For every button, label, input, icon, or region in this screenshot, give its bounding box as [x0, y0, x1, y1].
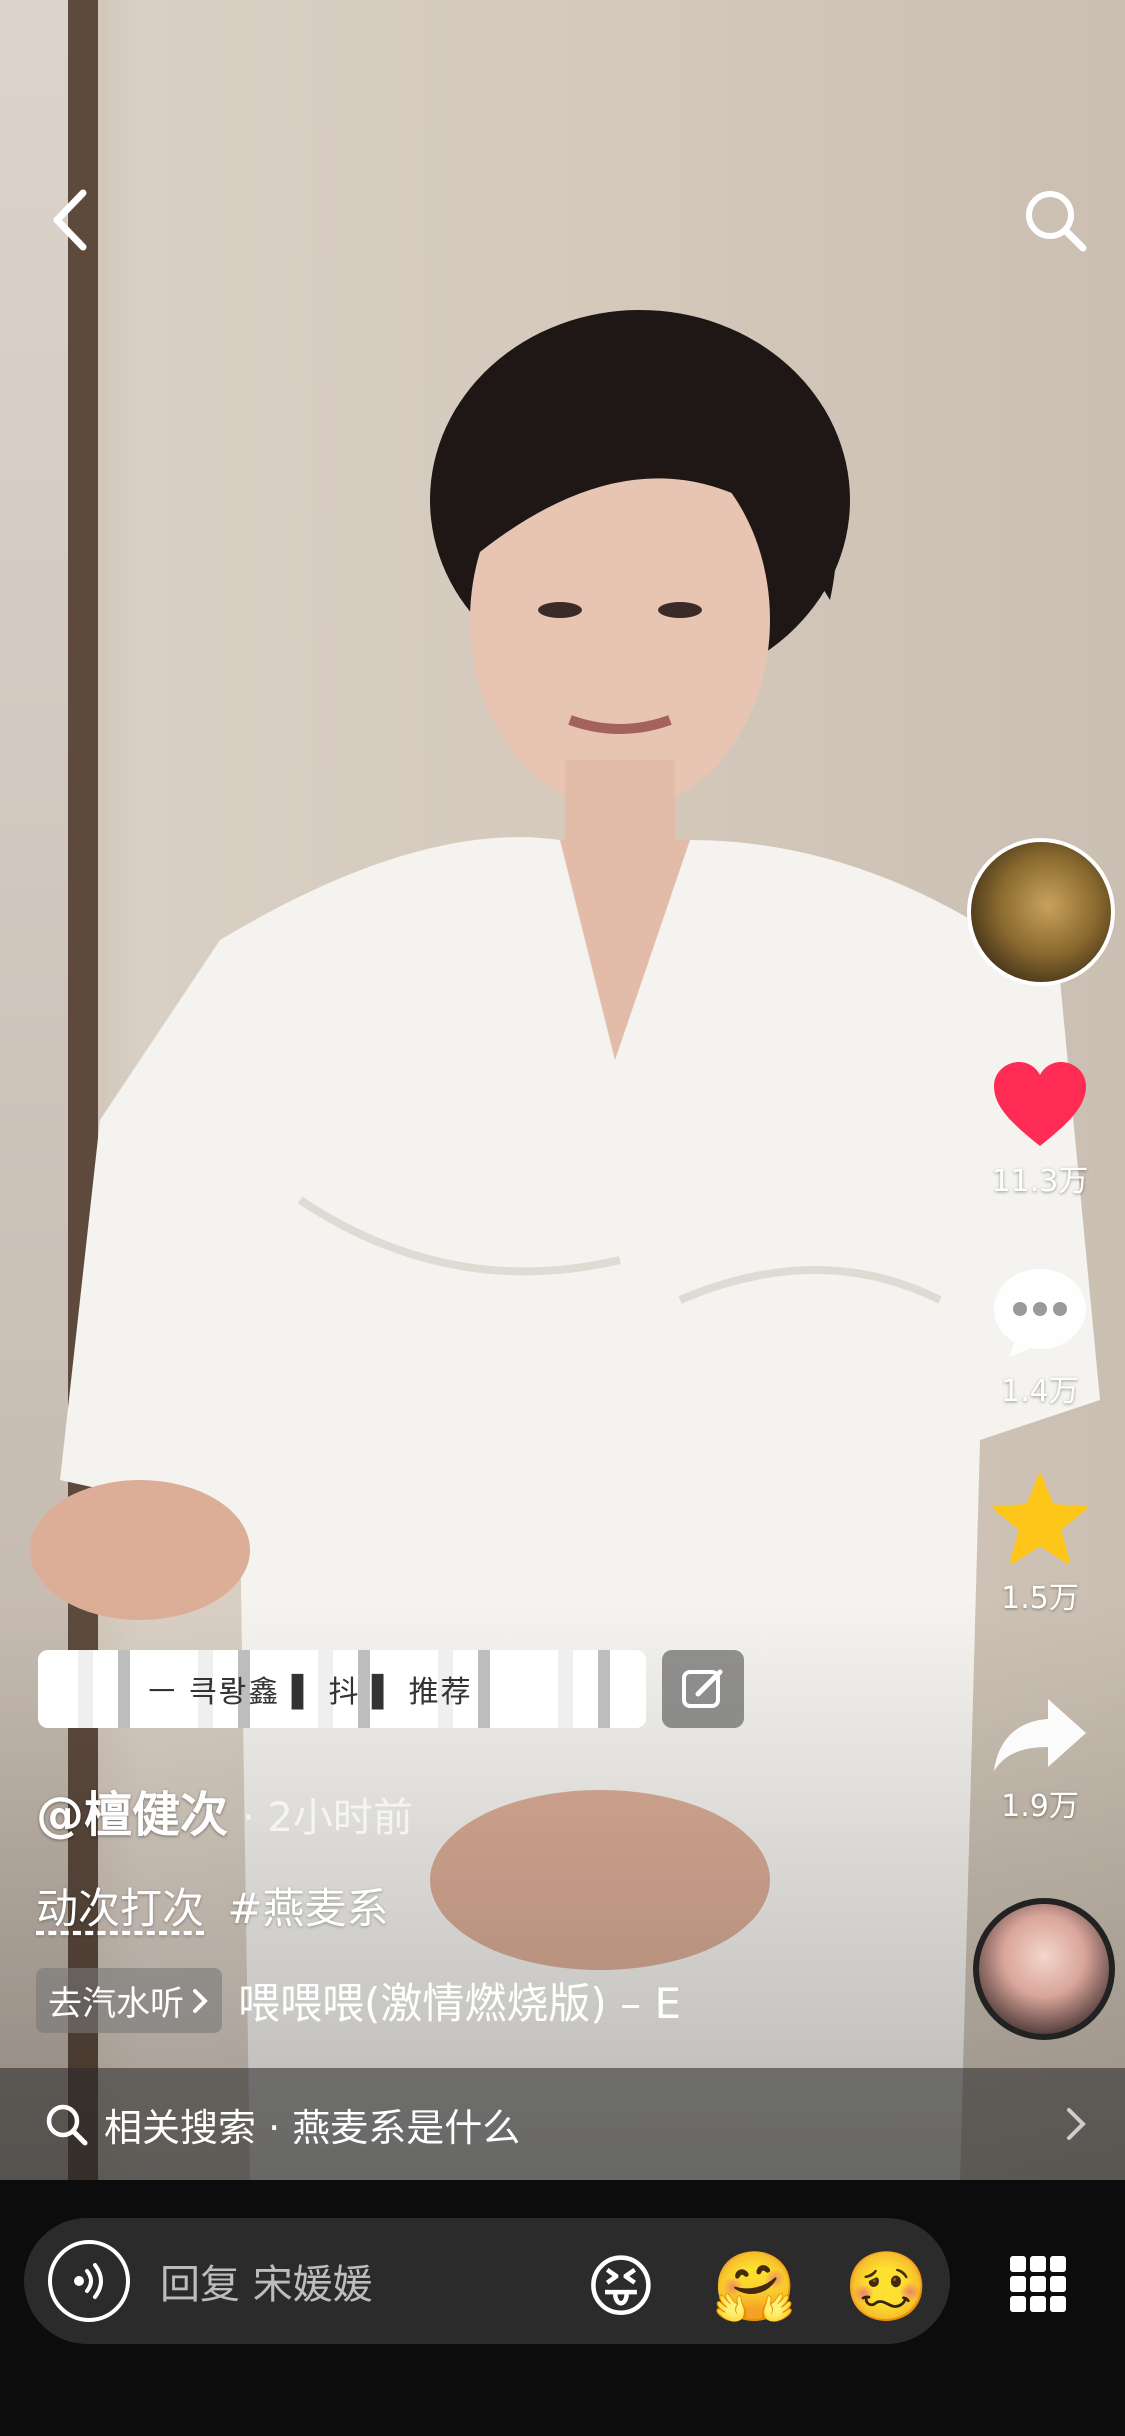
music-row: 去汽水听 喂喂喂(激情燃烧版) – E	[36, 1968, 798, 2033]
grid-dot	[1030, 2296, 1046, 2312]
search-icon	[1026, 191, 1087, 252]
hashtag-link[interactable]: #燕麦系	[227, 1884, 388, 1933]
grid-dot	[1050, 2256, 1066, 2272]
music-title[interactable]: 喂喂喂(激情燃烧版) – E	[238, 1970, 798, 2031]
grid-dot	[1010, 2296, 1026, 2312]
heart-icon	[994, 1062, 1086, 1146]
author-name[interactable]: @檀健次	[36, 1775, 228, 1845]
author-avatar[interactable]	[967, 838, 1115, 986]
laughing-emoji-button[interactable]: 😝	[579, 2246, 663, 2330]
edit-icon	[682, 1669, 723, 1708]
reply-placeholder: 回复 宋媛媛	[160, 2262, 373, 2308]
comment-count: 1.4万	[1001, 1374, 1079, 1409]
music-disc[interactable]	[973, 1898, 1115, 2040]
grid-dot	[1010, 2276, 1026, 2292]
like-button[interactable]: 11.3万	[955, 1060, 1125, 1200]
description-keyword[interactable]: 动次打次	[36, 1884, 204, 1933]
share-button[interactable]: 1.9万	[955, 1695, 1125, 1825]
grid-dot	[1050, 2296, 1066, 2312]
grid-dot	[1030, 2276, 1046, 2292]
comment-button[interactable]: 1.4万	[955, 1265, 1125, 1410]
author-line: @檀健次 · 2小时前	[36, 1775, 413, 1845]
edit-button[interactable]	[662, 1650, 744, 1728]
dizzy-emoji-button[interactable]: 🥴	[844, 2246, 929, 2330]
chevron-left-icon	[53, 189, 87, 251]
voice-input-button[interactable]	[48, 2240, 130, 2322]
video-description: 动次打次 #燕麦系	[36, 1875, 389, 1936]
share-arrow-icon	[994, 1699, 1086, 1771]
bottom-bar: 回复 宋媛媛 😝 🤗 🥴	[0, 2180, 1125, 2436]
voice-wave-icon	[74, 2263, 103, 2299]
grid-dot	[1030, 2256, 1046, 2272]
like-count: 11.3万	[991, 1164, 1089, 1199]
search-button[interactable]	[1015, 180, 1095, 260]
favorite-button[interactable]: 1.5万	[955, 1472, 1125, 1617]
related-search-bar[interactable]: 相关搜索 · 燕麦系是什么	[0, 2068, 1125, 2180]
hug-emoji-button[interactable]: 🤗	[712, 2246, 797, 2330]
grid-dot	[1010, 2256, 1026, 2272]
hot-comment-text: ㅡ 큭뢍鑫 ▌ 抖 ▌ 推荐	[148, 1675, 473, 1710]
comment-bubble-icon	[994, 1269, 1086, 1357]
related-search-label: 相关搜索 · 燕麦系是什么	[104, 2105, 521, 2150]
search-icon	[46, 2104, 88, 2146]
listen-in-app-chip[interactable]: 去汽水听	[36, 1968, 222, 2033]
share-count: 1.9万	[1001, 1789, 1079, 1824]
favorite-count: 1.5万	[1001, 1581, 1079, 1616]
grid-menu-button[interactable]	[1010, 2256, 1066, 2312]
post-time: · 2小时前	[242, 1795, 413, 1841]
hot-comment-banner[interactable]: ㅡ 큭뢍鑫 ▌ 抖 ▌ 推荐	[38, 1650, 646, 1728]
back-button[interactable]	[30, 180, 110, 260]
chevron-right-icon	[1067, 2108, 1086, 2140]
music-chip-label: 去汽水听	[48, 1984, 184, 2024]
star-icon	[993, 1474, 1087, 1564]
chevron-right-icon	[193, 1988, 208, 2013]
grid-dot	[1050, 2276, 1066, 2292]
reply-input[interactable]: 回复 宋媛媛 😝 🤗 🥴	[24, 2218, 950, 2344]
